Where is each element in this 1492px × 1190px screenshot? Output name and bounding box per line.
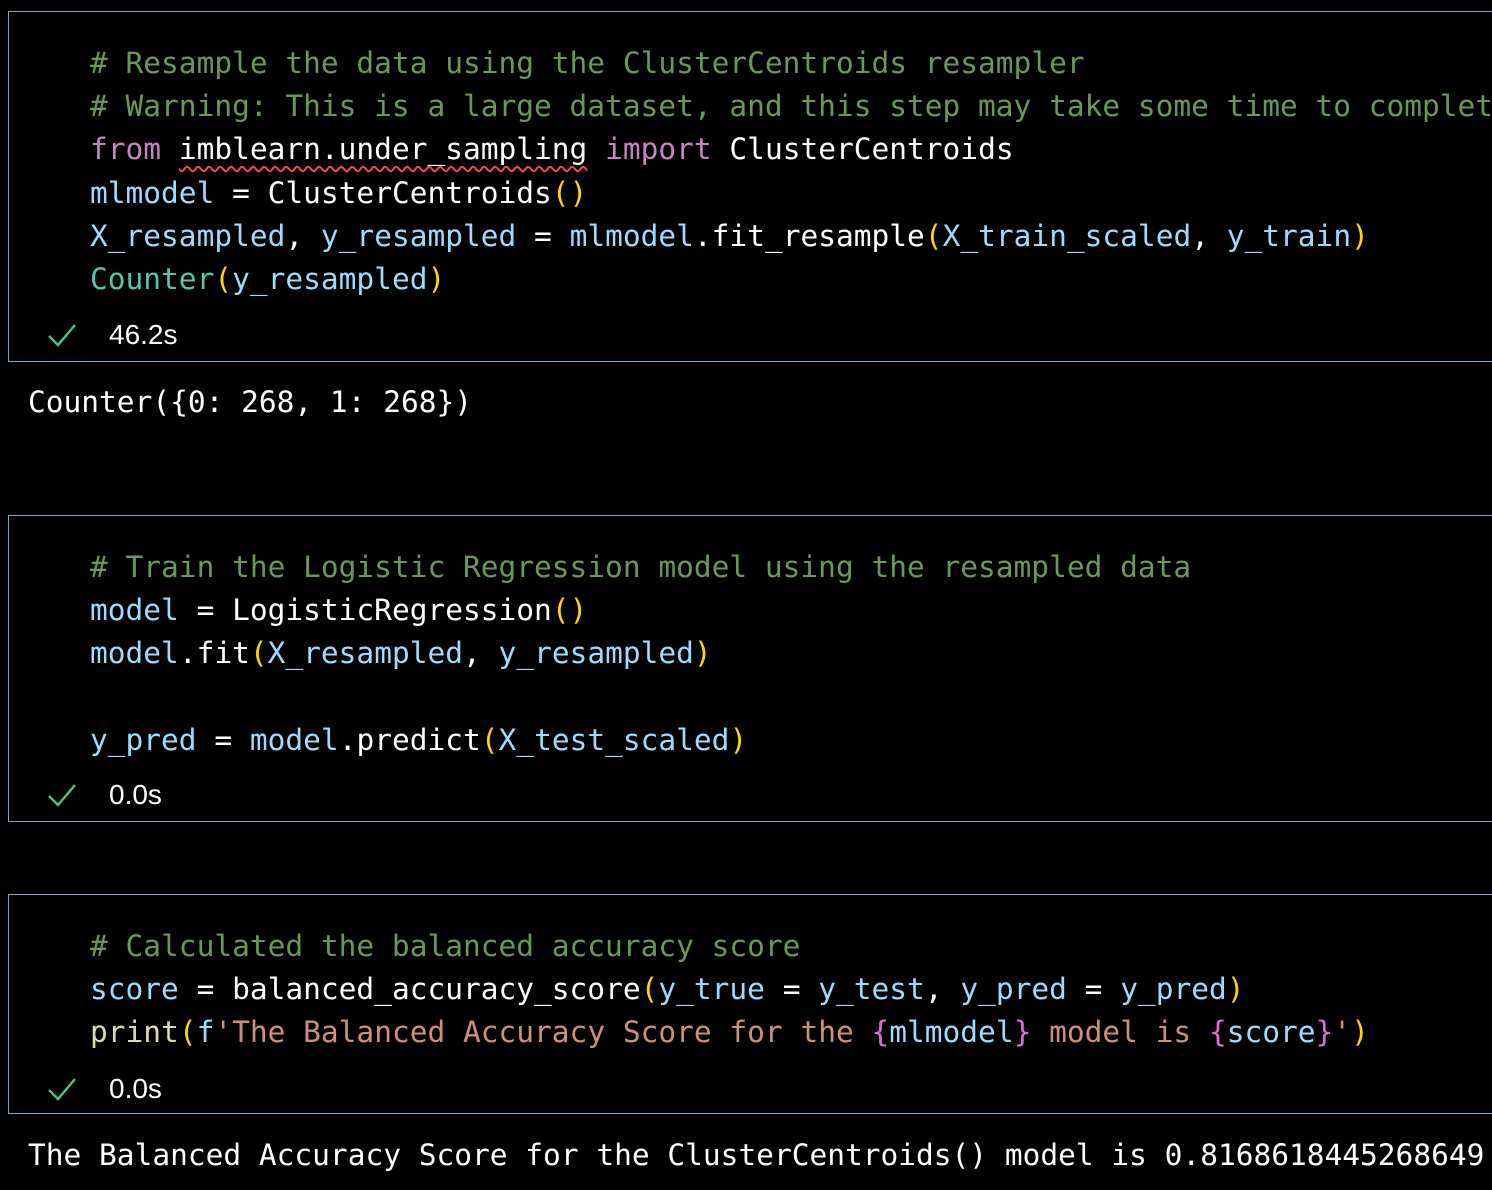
code-token: = [1066,972,1121,1007]
check-icon [48,1078,76,1101]
code-token: ( [480,722,499,757]
code-token: y_train [1226,218,1352,253]
code-token: y_pred [1120,972,1227,1007]
code-token: ) [693,636,712,671]
code-token: .fit [178,636,250,671]
code-token: y_resampled [320,218,517,253]
code-line[interactable]: model = LogisticRegression() [90,589,587,632]
code-line[interactable]: y_pred = model.predict(X_test_scaled) [90,719,747,762]
unresolved-import-token: imblearn.under_sampling [178,132,588,167]
code-token: 'The Balanced Accuracy Score for the [214,1015,872,1050]
notebook-cell-2[interactable]: # Train the Logistic Regression model us… [8,515,1492,822]
code-line[interactable]: # Warning: This is a large dataset, and … [90,85,1492,128]
execution-time: 0.0s [109,779,162,810]
code-token: ( [249,636,268,671]
code-token: ) [427,262,446,296]
code-token: { [871,1015,890,1050]
code-token: print [90,1015,179,1050]
code-token: ( [924,218,943,253]
code-token: X_train_scaled [942,218,1192,253]
code-token: .predict [338,722,481,757]
code-token: .fit_resample [693,218,925,253]
code-token: X_resampled [90,218,286,253]
code-token: y_pred [960,972,1067,1007]
code-token: y_pred [90,722,197,757]
cell-output: The Balanced Accuracy Score for the Clus… [28,1138,1485,1172]
code-token: , [924,972,961,1007]
code-line[interactable]: # Calculated the balanced accuracy score [90,925,800,968]
code-token: X_test_scaled [498,722,730,757]
code-token: , [285,218,321,253]
code-token: Counter [90,262,215,296]
code-token: , [1191,218,1227,253]
code-line[interactable]: X_resampled, y_resampled = mlmodel.fit_r… [90,215,1369,258]
execution-time: 0.0s [109,1073,162,1104]
code-line[interactable]: print(f'The Balanced Accuracy Score for … [90,1011,1369,1054]
code-token: , [463,636,499,671]
code-token: = LogisticRegression [178,593,552,628]
code-token: ClusterCentroids [267,175,552,210]
code-token: model [90,593,179,628]
code-token: = balanced_accuracy_score [178,972,641,1007]
code-token: y_true [658,972,765,1007]
code-token: f [196,1015,215,1050]
check-icon [48,324,76,347]
code-token: y_resampled [498,636,694,671]
code-token: model is [1031,1015,1209,1050]
code-line[interactable]: from imblearn.under_sampling import Clus… [90,128,1014,171]
code-line[interactable]: Counter(y_resampled) [90,258,445,301]
code-line[interactable]: # Resample the data using the ClusterCen… [90,42,1085,85]
code-token: } [1315,1015,1334,1050]
code-token: model [90,636,179,671]
code-token: from [90,132,162,167]
code-token: score [90,972,179,1007]
code-token: X_resampled [267,636,463,671]
code-token: ClusterCentroids [711,132,1014,167]
code-token: # Calculated the balanced accuracy score [90,929,801,963]
code-token: y_resampled [232,262,428,296]
code-token: ) [1226,972,1245,1007]
code-token: ( [640,972,659,1007]
code-token: = [516,218,570,253]
cell-output: Counter({0: 268, 1: 268}) [28,385,473,419]
code-token: model [249,722,339,757]
code-token: # Train the Logistic Regression model us… [90,550,1192,584]
code-line[interactable]: model.fit(X_resampled, y_resampled) [90,632,712,675]
check-icon [48,784,76,807]
code-token: () [551,593,588,628]
code-token: mlmodel [889,1015,1014,1050]
code-token: () [551,175,588,210]
code-token: ( [214,262,233,296]
code-line[interactable]: score = balanced_accuracy_score(y_true =… [90,968,1245,1011]
code-token: # Warning: This is a large dataset, and … [90,89,1492,124]
code-token: mlmodel [569,218,694,253]
code-token: y_test [818,972,925,1007]
code-line[interactable]: mlmodel = ClusterCentroids() [90,172,587,215]
code-token: = [764,972,819,1007]
code-token: ) [1351,218,1369,253]
code-line[interactable]: # Train the Logistic Regression model us… [90,546,1191,589]
notebook-cell-1[interactable]: # Resample the data using the ClusterCen… [8,11,1492,362]
code-token: mlmodel [90,175,215,210]
code-token: ) [1351,1015,1369,1050]
code-token: ( [178,1015,197,1050]
execution-time: 46.2s [109,319,178,350]
code-token: ' [1333,1015,1352,1050]
code-token: = [196,722,250,757]
notebook-cell-3[interactable]: # Calculated the balanced accuracy score… [8,894,1492,1114]
code-token: } [1013,1015,1032,1050]
code-token: = [214,175,268,210]
code-token: { [1208,1015,1227,1050]
code-token: ) [729,722,748,757]
code-token: # Resample the data using the ClusterCen… [90,46,1085,80]
code-token: import [605,132,712,167]
code-token: score [1226,1015,1316,1050]
